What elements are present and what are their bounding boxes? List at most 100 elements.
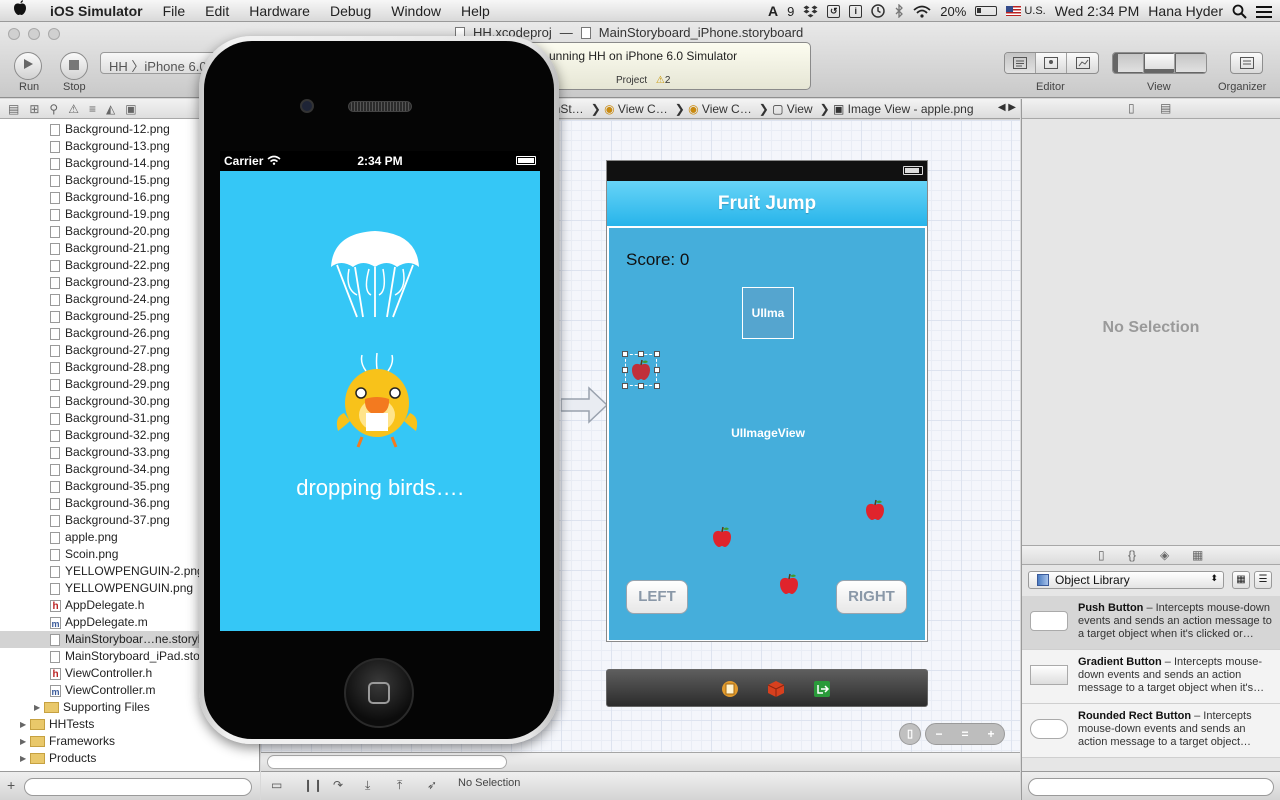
step-over-icon[interactable]: ↷ (333, 778, 343, 792)
menu-window[interactable]: Window (381, 3, 451, 19)
run-button[interactable] (14, 52, 42, 80)
file-inspector-icon[interactable]: ▯ (1128, 101, 1135, 115)
device-size-button[interactable]: ▯ (899, 723, 921, 745)
scene-navigation-bar[interactable]: Fruit Jump (607, 181, 927, 226)
info-icon[interactable]: i (849, 4, 863, 18)
disclosure-triangle-icon[interactable]: ▶ (20, 750, 30, 767)
group-products[interactable]: ▶ Products (0, 750, 259, 767)
bluetooth-icon[interactable] (894, 4, 904, 18)
app-menu[interactable]: iOS Simulator (40, 3, 153, 19)
list-view-button[interactable]: ☰ (1254, 571, 1272, 589)
step-out-icon[interactable]: ⤒ (397, 778, 402, 793)
issues-icon[interactable]: ⚠ (68, 102, 79, 116)
notification-center-icon[interactable] (1256, 5, 1272, 18)
object-cube-icon[interactable] (767, 680, 785, 698)
clock[interactable]: Wed 2:34 PM (1055, 3, 1140, 19)
add-icon[interactable]: + (7, 777, 15, 793)
apple-icon[interactable] (863, 498, 887, 522)
breadcrumb-item[interactable]: ❯ ▢ View (759, 102, 813, 116)
menu-edit[interactable]: Edit (195, 3, 239, 19)
menu-debug[interactable]: Debug (320, 3, 381, 19)
minimize-window-button[interactable] (28, 28, 40, 40)
location-icon[interactable]: ➶ (427, 778, 437, 792)
pause-icon[interactable]: ❙❙ (303, 778, 323, 792)
disclosure-triangle-icon[interactable]: ▶ (20, 716, 30, 733)
adobe-icon[interactable]: A (768, 3, 778, 19)
zoom-in-icon[interactable]: + (978, 724, 1004, 744)
grid-view-button[interactable]: ▦ (1232, 571, 1250, 589)
log-icon[interactable]: ▣ (125, 102, 136, 116)
exit-icon[interactable] (813, 680, 831, 698)
resize-handle[interactable] (622, 383, 628, 389)
media-library-icon[interactable]: ▦ (1192, 548, 1203, 562)
input-source[interactable]: U.S. (1006, 5, 1046, 17)
view-controller-scene[interactable]: Fruit Jump Score: 0 UIIma UIImageView LE… (606, 160, 928, 642)
battery-icon[interactable] (975, 6, 998, 16)
zoom-actual-icon[interactable]: = (952, 724, 978, 744)
breadcrumb-item[interactable]: ❯ ◉ View C… (591, 102, 668, 116)
resize-handle[interactable] (622, 367, 628, 373)
library-selector[interactable]: Object Library ⬍ (1028, 571, 1224, 589)
time-machine-icon[interactable] (871, 4, 886, 18)
right-button[interactable]: RIGHT (836, 580, 907, 614)
menu-file[interactable]: File (153, 3, 196, 19)
disclosure-triangle-icon[interactable]: ▶ (34, 699, 44, 716)
version-editor-button[interactable] (1067, 53, 1098, 73)
organizer-button[interactable] (1230, 52, 1263, 74)
battery-percent[interactable]: 20% (940, 4, 966, 19)
folder-icon[interactable]: ▤ (8, 102, 19, 116)
spotlight-icon[interactable] (1232, 4, 1247, 19)
left-button[interactable]: LEFT (626, 580, 688, 614)
apple-icon[interactable] (710, 525, 734, 549)
hide-debug-icon[interactable]: ▭ (271, 778, 282, 792)
resize-handle[interactable] (638, 383, 644, 389)
issue-navigation-arrows[interactable]: ◀ ▶ (998, 102, 1016, 113)
library-item[interactable]: Rounded Rect Button – Intercepts mouse-d… (1022, 704, 1280, 758)
badge-count[interactable]: 9 (787, 4, 794, 19)
library-filter-field[interactable] (1028, 778, 1274, 796)
wifi-icon[interactable] (913, 5, 931, 18)
editor-segmented-control[interactable] (1004, 52, 1099, 74)
view-segmented-control[interactable] (1112, 52, 1207, 74)
toggle-navigator-button[interactable] (1113, 53, 1144, 73)
apple-menu-icon[interactable] (0, 0, 40, 21)
resize-handle[interactable] (622, 351, 628, 357)
dropbox-icon[interactable] (803, 5, 818, 18)
organizer-toggle[interactable] (1231, 53, 1262, 73)
sync-icon[interactable]: ↺ (827, 4, 841, 18)
standard-editor-button[interactable] (1005, 53, 1036, 73)
menu-hardware[interactable]: Hardware (239, 3, 320, 19)
disclosure-triangle-icon[interactable]: ▶ (20, 733, 30, 750)
outline-filter-field[interactable] (267, 755, 507, 769)
library-item[interactable]: Gradient Button – Intercepts mouse-down … (1022, 650, 1280, 704)
symbol-icon[interactable]: ⊞ (29, 102, 39, 116)
scene-main-view[interactable]: Score: 0 UIIma UIImageView LEFT RIGHT (608, 227, 926, 641)
player-image-view[interactable]: UIIma (742, 287, 794, 339)
breakpoint-icon[interactable]: ◭ (106, 102, 115, 116)
library-item[interactable]: Push Button – Intercepts mouse-down even… (1022, 596, 1280, 650)
first-responder-icon[interactable] (721, 680, 739, 698)
resize-handle[interactable] (654, 383, 660, 389)
resize-handle[interactable] (654, 367, 660, 373)
quick-help-icon[interactable]: ▤ (1160, 101, 1171, 115)
resize-handle[interactable] (654, 351, 660, 357)
user-name[interactable]: Hana Hyder (1148, 3, 1223, 19)
breadcrumb-item[interactable]: ❯ ▣ Image View - apple.png (820, 102, 974, 116)
score-label[interactable]: Score: 0 (626, 250, 689, 270)
home-button[interactable] (344, 658, 414, 728)
object-library-icon[interactable]: ◈ (1160, 548, 1169, 562)
close-window-button[interactable] (8, 28, 20, 40)
resize-handle[interactable] (638, 351, 644, 357)
toggle-utilities-button[interactable] (1175, 53, 1206, 73)
apple-icon[interactable] (777, 572, 801, 596)
debug-icon[interactable]: ≡ (89, 102, 96, 116)
breadcrumb-item[interactable]: ❯ ◉ View C… (675, 102, 752, 116)
file-template-icon[interactable]: ▯ (1098, 548, 1105, 562)
step-into-icon[interactable]: ⤓ (365, 778, 370, 793)
search-icon[interactable]: ⚲ (49, 102, 58, 116)
navigator-filter-field[interactable] (24, 778, 252, 796)
group-frameworks[interactable]: ▶ Frameworks (0, 733, 259, 750)
assistant-editor-button[interactable] (1036, 53, 1067, 73)
zoom-window-button[interactable] (48, 28, 60, 40)
zoom-out-icon[interactable]: − (926, 724, 952, 744)
